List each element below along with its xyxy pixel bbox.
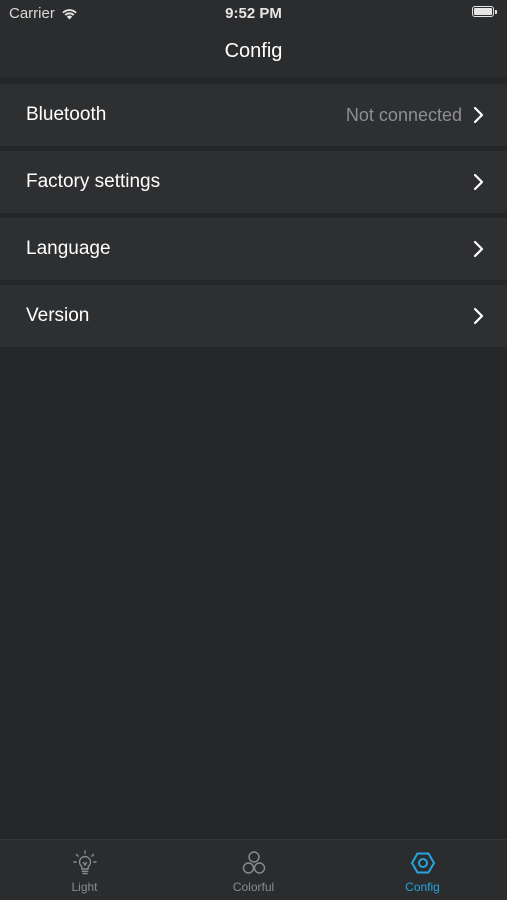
tab-bar: Light Colorful Config — [0, 839, 507, 900]
settings-row-version[interactable]: Version — [0, 285, 507, 347]
three-circles-icon — [242, 851, 265, 874]
chevron-right-icon — [473, 240, 484, 258]
chevron-right-icon — [473, 106, 484, 124]
settings-row-factory-settings[interactable]: Factory settings — [0, 151, 507, 213]
tab-label: Config — [405, 880, 440, 894]
bluetooth-status-value: Not connected — [345, 104, 462, 125]
navigation-bar: Config — [0, 28, 507, 78]
settings-row-bluetooth[interactable]: Bluetooth Not connected — [0, 84, 507, 146]
lightbulb-icon — [72, 850, 97, 875]
hexagon-nut-icon — [410, 852, 435, 874]
settings-list: Bluetooth Not connected Factory settings… — [0, 84, 507, 352]
status-time: 9:52 PM — [225, 5, 282, 22]
tab-config[interactable]: Config — [338, 840, 507, 900]
battery-full-icon — [472, 6, 497, 17]
settings-row-label: Language — [26, 238, 111, 259]
settings-row-label: Version — [26, 305, 90, 326]
tab-light[interactable]: Light — [0, 840, 169, 900]
app-screen: Carrier 9:52 PM Config Bluetooth Not con… — [0, 0, 507, 900]
tab-colorful[interactable]: Colorful — [169, 840, 338, 900]
status-bar: Carrier 9:52 PM — [0, 0, 507, 28]
tab-label: Light — [71, 880, 98, 894]
tab-label: Colorful — [232, 880, 275, 894]
chevron-right-icon — [473, 173, 484, 191]
page-title: Config — [224, 40, 283, 62]
settings-row-label: Factory settings — [26, 171, 161, 192]
settings-row-label: Bluetooth — [26, 104, 107, 125]
settings-row-language[interactable]: Language — [0, 218, 507, 280]
chevron-right-icon — [473, 307, 484, 325]
